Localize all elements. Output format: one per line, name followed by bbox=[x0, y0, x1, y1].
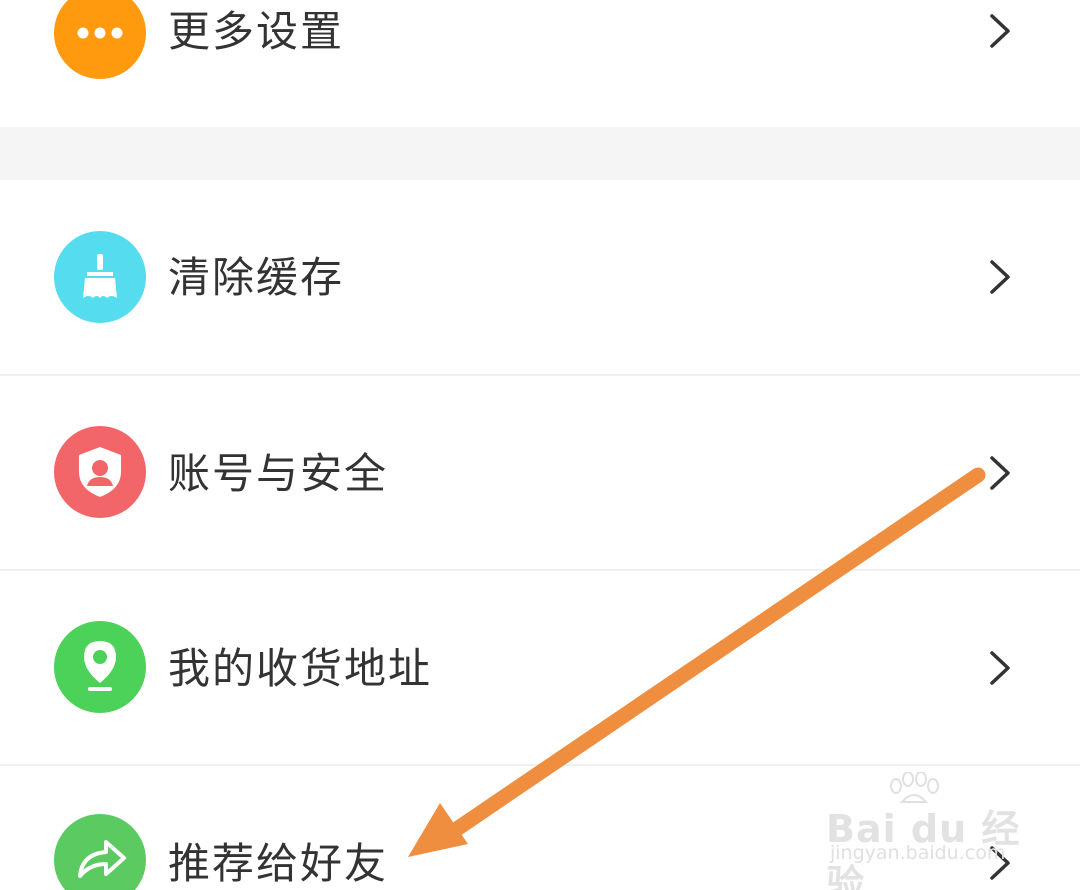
shield-user-icon bbox=[54, 426, 146, 518]
menu-item-account-security[interactable]: 账号与安全 bbox=[0, 376, 1080, 571]
location-pin-icon bbox=[54, 621, 146, 713]
chevron-right-icon bbox=[990, 456, 1010, 490]
menu-item-label: 账号与安全 bbox=[168, 449, 389, 498]
menu-item-label: 我的收货地址 bbox=[168, 644, 433, 693]
menu-item-clear-cache[interactable]: 清除缓存 bbox=[0, 180, 1080, 375]
share-arrow-icon bbox=[54, 814, 146, 890]
menu-item-label: 清除缓存 bbox=[168, 253, 345, 302]
baidu-jingyan-watermark: Bai du 经验 jingyan.baidu.com bbox=[826, 772, 1026, 890]
menu-item-label: 更多设置 bbox=[168, 7, 345, 56]
chevron-right-icon bbox=[990, 14, 1010, 48]
section-gap bbox=[0, 127, 1080, 180]
chevron-right-icon bbox=[990, 651, 1010, 685]
chevron-right-icon bbox=[990, 260, 1010, 294]
broom-icon bbox=[54, 231, 146, 323]
watermark-url: jingyan.baidu.com bbox=[830, 842, 1006, 864]
settings-screen: 更多设置 清除缓存 账号与安全 我的收货地址 推荐给好友 Bai du 经验 j… bbox=[0, 0, 1080, 890]
menu-item-label: 推荐给好友 bbox=[168, 839, 389, 888]
menu-item-more-settings[interactable]: 更多设置 bbox=[0, 0, 1080, 127]
more-dots-icon bbox=[54, 0, 146, 79]
menu-item-shipping-address[interactable]: 我的收货地址 bbox=[0, 571, 1080, 766]
